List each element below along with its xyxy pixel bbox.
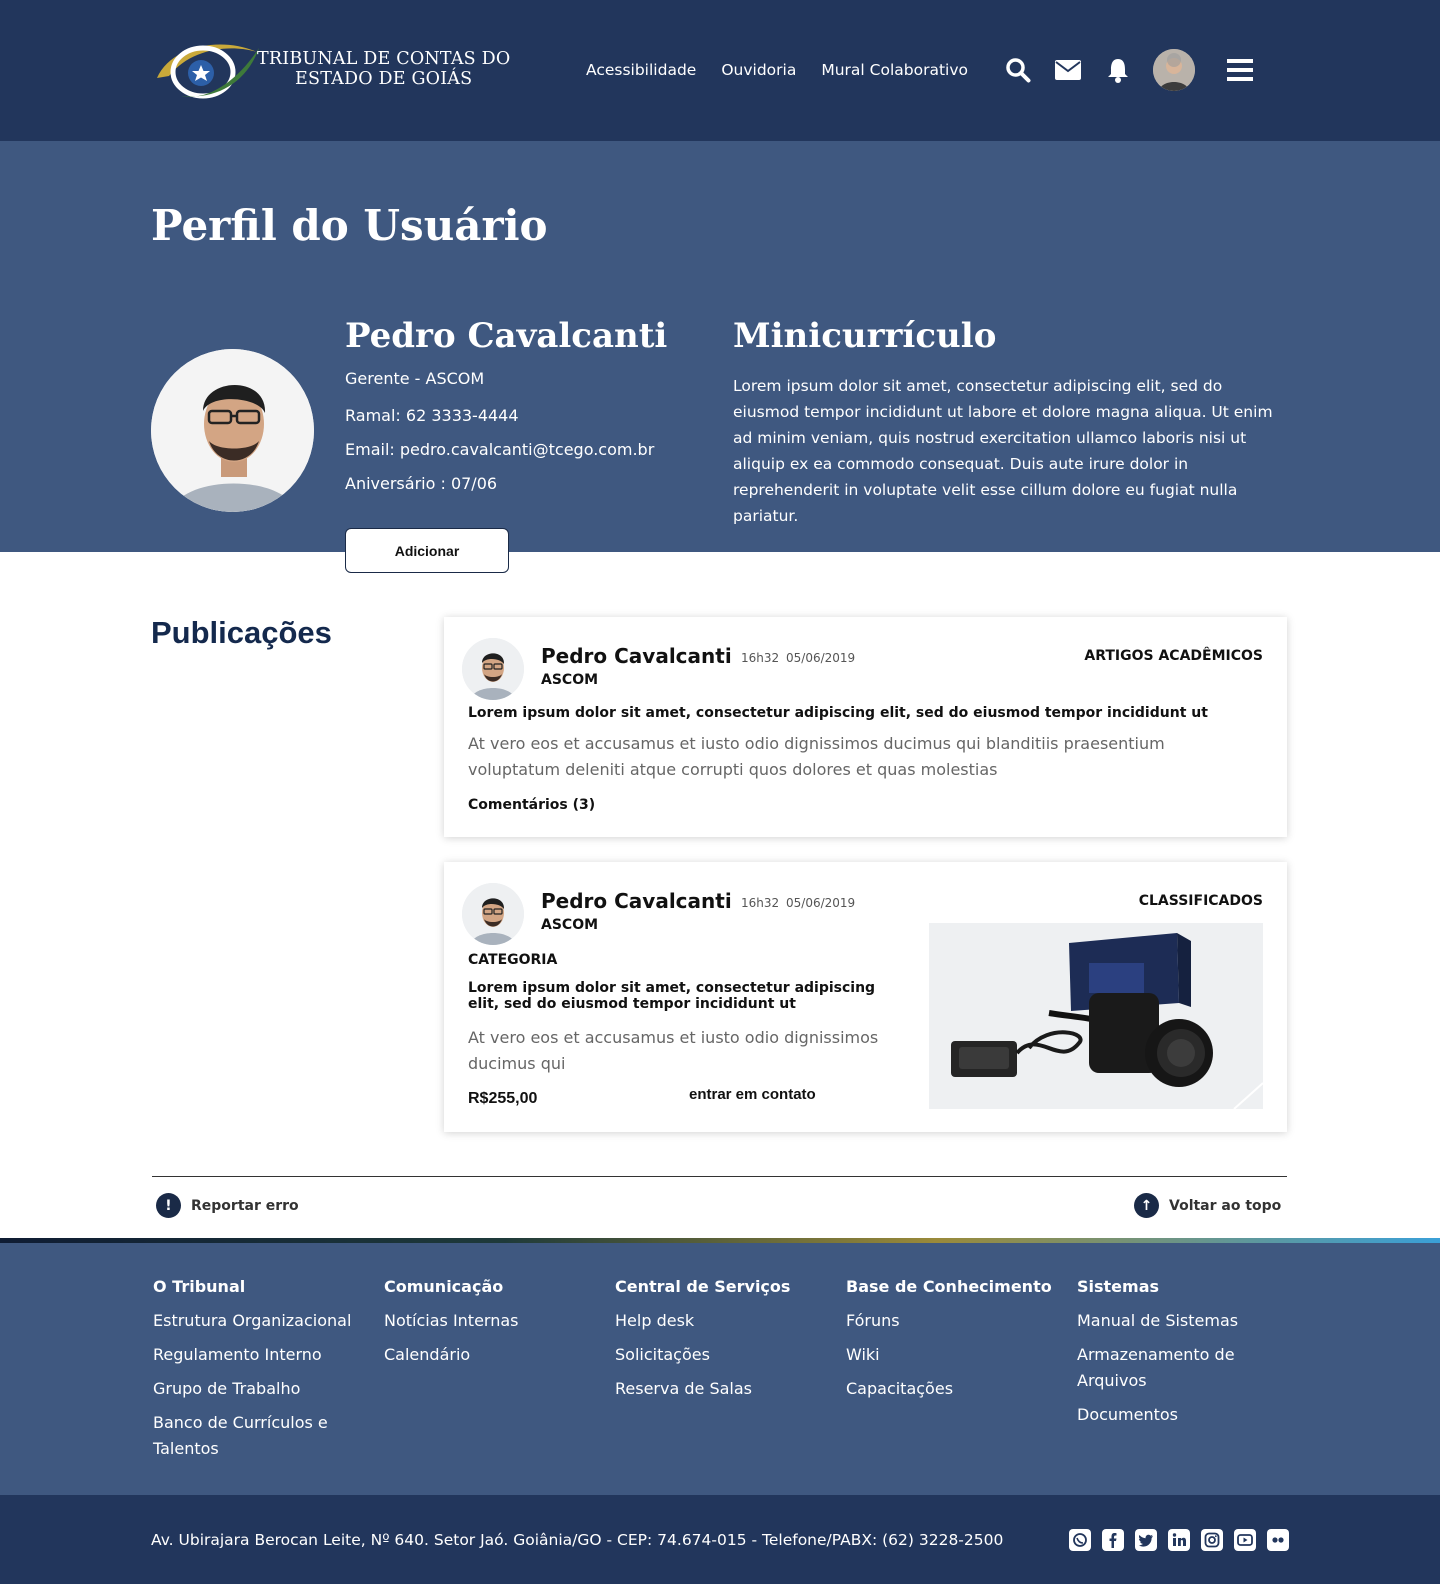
post-headline[interactable]: Lorem ipsum dolor sit amet, consectetur … [468,980,908,1012]
publications-title: Publicações [151,615,332,650]
footer-link[interactable]: Reserva de Salas [615,1376,825,1402]
footer-col-sistemas: Sistemas Manual de Sistemas Armazenament… [1077,1277,1287,1436]
linkedin-icon[interactable] [1168,1529,1190,1551]
footer-col-conhecimento: Base de Conhecimento Fóruns Wiki Capacit… [846,1277,1056,1410]
post-time: 16h32 [741,651,780,665]
menu-icon[interactable] [1227,57,1253,83]
user-extension: Ramal: 62 3333-4444 [345,406,519,425]
product-image[interactable] [929,923,1263,1109]
tce-logo[interactable]: TRIBUNAL DE CONTAS DO ESTADO DE GOIÁS [151,36,511,102]
comments-link[interactable]: Comentários (3) [468,797,595,813]
footer-link[interactable]: Capacitações [846,1376,1056,1402]
profile-section: Perfil do Usuário Pedro Cavalcanti Geren… [0,141,1440,552]
profile-photo [151,349,314,512]
search-icon[interactable] [1005,57,1031,83]
publication-card[interactable]: Pedro Cavalcanti ASCOM 16h32 05/06/2019 … [444,862,1287,1132]
footer-link[interactable]: Fóruns [846,1308,1056,1334]
logo-line2: ESTADO DE GOIÁS [295,69,473,89]
page-title: Perfil do Usuário [151,201,548,250]
footer-link[interactable]: Armazenamento de Arquivos [1077,1342,1247,1394]
footer-link[interactable]: Banco de Currículos e Talentos [153,1410,333,1462]
post-body: At vero eos et accusamus et iusto odio d… [468,734,1165,779]
report-error-label: Reportar erro [191,1197,299,1214]
footer-link[interactable]: Help desk [615,1308,825,1334]
post-tag[interactable]: CLASSIFICADOS [1139,893,1263,909]
add-button[interactable]: Adicionar [345,528,509,573]
footer-col-title: Sistemas [1077,1277,1160,1296]
top-header: TRIBUNAL DE CONTAS DO ESTADO DE GOIÁS Ac… [0,0,1440,141]
cv-text: Lorem ipsum dolor sit amet, consectetur … [733,377,1273,525]
report-error-link[interactable]: ! Reportar erro [156,1193,299,1218]
footer-col-title: Base de Conhecimento [846,1277,1052,1296]
content-divider [152,1176,1287,1177]
post-category: CATEGORIA [468,952,558,968]
footer-link[interactable]: Notícias Internas [384,1308,594,1334]
post-time: 16h32 [741,896,780,910]
user-role: Gerente - ASCOM [345,369,485,388]
author-avatar [462,638,524,700]
footer-link[interactable]: Documentos [1077,1402,1287,1428]
address-text: Av. Ubirajara Berocan Leite, Nº 640. Set… [151,1531,1004,1549]
post-tag[interactable]: ARTIGOS ACADÊMICOS [1084,648,1263,664]
post-body: At vero eos et accusamus et iusto odio d… [468,1028,879,1073]
mail-icon[interactable] [1055,57,1081,83]
user-email: Email: pedro.cavalcanti@tcego.com.br [345,440,655,459]
bell-icon[interactable] [1105,57,1131,83]
author-avatar [462,883,524,945]
footer-col-tribunal: O Tribunal Estrutura Organizacional Regu… [153,1277,363,1470]
footer-col-title: Comunicação [384,1277,504,1296]
author-dept: ASCOM [541,672,599,688]
nav-ouvidoria[interactable]: Ouvidoria [721,61,796,79]
footer-link[interactable]: Estrutura Organizacional [153,1308,363,1334]
footer-link[interactable]: Wiki [846,1342,1056,1368]
author-name[interactable]: Pedro Cavalcanti [541,889,732,913]
author-dept: ASCOM [541,917,599,933]
main-nav: Acessibilidade Ouvidoria Mural Colaborat… [586,48,1265,92]
footer-link[interactable]: Regulamento Interno [153,1342,363,1368]
footer-link[interactable]: Manual de Sistemas [1077,1308,1287,1334]
flickr-icon[interactable] [1267,1529,1289,1551]
post-date: 05/06/2019 [786,651,856,665]
avatar[interactable] [1153,49,1195,91]
contact-link[interactable]: entrar em contato [689,1086,816,1103]
youtube-icon[interactable] [1234,1529,1256,1551]
arrow-up-icon: ↑ [1134,1193,1159,1218]
whatsapp-icon[interactable] [1069,1529,1091,1551]
twitter-icon[interactable] [1135,1529,1157,1551]
post-date: 05/06/2019 [786,896,856,910]
logo-text: TRIBUNAL DE CONTAS DO ESTADO DE GOIÁS [257,49,510,89]
post-headline[interactable]: Lorem ipsum dolor sit amet, consectetur … [468,705,1208,721]
footer-col-title: Central de Serviços [615,1277,791,1296]
logo-eye-icon [157,44,259,99]
publication-card[interactable]: Pedro Cavalcanti ASCOM 16h32 05/06/2019 … [444,617,1287,837]
back-to-top-label: Voltar ao topo [1169,1197,1282,1214]
footer-col-servicos: Central de Serviços Help desk Solicitaçõ… [615,1277,825,1410]
social-links [1058,1529,1289,1551]
instagram-icon[interactable] [1201,1529,1223,1551]
user-name: Pedro Cavalcanti [345,316,668,356]
footer-col-comunicacao: Comunicação Notícias Internas Calendário [384,1277,594,1376]
author-name[interactable]: Pedro Cavalcanti [541,644,732,668]
footer-col-title: O Tribunal [153,1277,246,1296]
nav-mural-colaborativo[interactable]: Mural Colaborativo [821,61,968,79]
bottom-bar: Av. Ubirajara Berocan Leite, Nº 640. Set… [0,1495,1440,1584]
post-price: R$255,00 [468,1090,538,1107]
site-footer: O Tribunal Estrutura Organizacional Regu… [0,1243,1440,1495]
cv-title: Minicurrículo [733,316,997,356]
back-to-top-link[interactable]: ↑ Voltar ao topo [1134,1193,1281,1218]
footer-link[interactable]: Solicitações [615,1342,825,1368]
nav-acessibilidade[interactable]: Acessibilidade [586,61,696,79]
footer-link[interactable]: Grupo de Trabalho [153,1376,363,1402]
logo-line1: TRIBUNAL DE CONTAS DO [257,49,511,69]
alert-icon: ! [156,1193,181,1218]
facebook-icon[interactable] [1102,1529,1124,1551]
footer-link[interactable]: Calendário [384,1342,594,1368]
user-birthday: Aniversário : 07/06 [345,474,498,493]
